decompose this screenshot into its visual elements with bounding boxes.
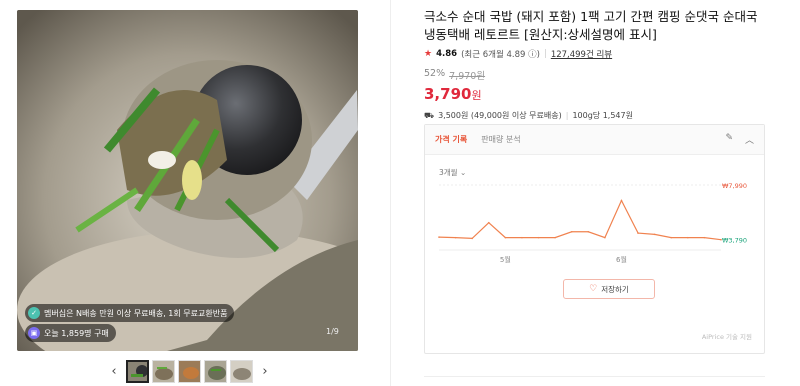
price-point: [454, 236, 457, 239]
price-point: [687, 236, 689, 239]
section-divider: [424, 376, 765, 377]
price-point: [537, 236, 540, 239]
price-point: [438, 236, 440, 238]
separator: |: [543, 49, 547, 59]
tab-price-history[interactable]: 가격 기록: [435, 134, 467, 145]
cart-icon: ▣: [28, 327, 40, 339]
price-history-chart: 5월 6월 ₩7,990 ₩3,790: [438, 182, 747, 264]
truck-icon: ⛟: [424, 110, 435, 120]
price-point: [587, 230, 590, 233]
price-point: [670, 236, 673, 239]
review-count-link[interactable]: 127,499건 리뷰: [551, 48, 612, 60]
price-point: [637, 232, 639, 234]
prev-image-button[interactable]: ‹: [108, 361, 120, 383]
product-main-image[interactable]: [17, 10, 358, 351]
discount-rate: 52%: [424, 68, 446, 79]
thumbnail-strip: ‹ ›: [108, 360, 271, 383]
price-point: [620, 199, 623, 202]
thumbnail-1[interactable]: [126, 360, 149, 383]
rating-score: 4.86: [436, 49, 458, 59]
thumbnail-3[interactable]: [178, 360, 201, 383]
shipping-text: 3,500원 (49,000원 이상 무료배송): [438, 111, 562, 120]
thumbnail-image: [128, 362, 147, 381]
price-point: [653, 233, 656, 236]
price-point: [604, 236, 606, 239]
info-icon[interactable]: ⓘ): [525, 50, 540, 60]
next-image-button[interactable]: ›: [259, 361, 271, 383]
thumbnail-2[interactable]: [152, 360, 175, 383]
purchase-count-text: 오늘 1,859명 구매: [44, 328, 109, 338]
purchase-count-badge: ▣ 오늘 1,859명 구매: [25, 324, 116, 342]
price-point: [570, 230, 573, 233]
x-tick-label: 6월: [616, 255, 627, 264]
product-title: 극소수 순대 국밥 (돼지 포함) 1팩 고기 간편 캠핑 순댓국 순대국 냉동…: [424, 9, 758, 42]
star-icon: ★: [424, 49, 433, 59]
recent-rating-text: (최근 6개월 4.89: [461, 50, 526, 60]
thumbnail-image: [205, 361, 226, 382]
image-counter: 1/9: [326, 327, 339, 336]
price-point: [521, 236, 523, 239]
save-button-label: 저장하기: [601, 284, 629, 294]
thumbnail-image: [179, 361, 200, 382]
membership-icon: ✓: [28, 307, 40, 319]
thumbnail-4[interactable]: [204, 360, 227, 383]
price-history-panel: 가격 기록 판매량 분석 ✎ ︿ 3개월 ⌄ 5월 6월 ₩7,990 ₩3,790 …: [424, 124, 765, 354]
price-unit: 원: [471, 89, 482, 102]
sale-price-value: 3,790: [424, 85, 472, 103]
rating-row: ★ 4.86 (최근 6개월 4.89 ⓘ) | 127,499건 리뷰: [424, 48, 769, 60]
recent-rating: (최근 6개월 4.89 ⓘ): [461, 48, 540, 60]
price-point: [703, 236, 706, 239]
save-button[interactable]: ♡ 저장하기: [563, 279, 655, 299]
min-price-label: ₩3,790: [722, 237, 747, 245]
membership-badge-text: 멤버십은 N배송 만원 이상 무료배송, 1회 무료교환반품: [44, 308, 228, 318]
heart-icon: ♡: [589, 284, 598, 294]
thumbnail-image: [231, 361, 252, 382]
max-price-label: ₩7,990: [722, 182, 747, 190]
sale-price: 3,790원: [424, 85, 769, 103]
edit-icon[interactable]: ✎: [725, 133, 733, 146]
price-line: [438, 199, 722, 241]
column-divider: [390, 0, 391, 386]
unit-price: 100g당 1,547원: [572, 111, 633, 120]
separator: |: [565, 111, 569, 120]
x-tick-label: 5월: [500, 255, 511, 264]
thumbnail-5[interactable]: [230, 360, 253, 383]
price-point: [487, 221, 490, 224]
thumbnail-image: [153, 361, 174, 382]
panel-header: 가격 기록 판매량 분석 ✎ ︿: [425, 125, 764, 155]
membership-badge: ✓ 멤버십은 N배송 만원 이상 무료배송, 1회 무료교환반품: [25, 304, 235, 322]
original-price: 7,970원: [449, 71, 486, 82]
soup-photo-illustration: [17, 10, 358, 351]
panel-actions: ✎ ︿: [725, 133, 754, 146]
price-point: [554, 236, 556, 239]
price-point: [471, 237, 473, 240]
shipping-row: ⛟ 3,500원 (49,000원 이상 무료배송) | 100g당 1,547…: [424, 110, 769, 121]
collapse-icon[interactable]: ︿: [745, 133, 754, 146]
aiprice-credit: AiPrice 기술 지원: [701, 333, 752, 341]
price-point: [504, 236, 507, 239]
tab-sales-analysis[interactable]: 판매량 분석: [481, 134, 520, 145]
discount-row: 52% 7,970원: [424, 68, 769, 82]
product-info: 극소수 순대 국밥 (돼지 포함) 1팩 고기 간편 캠핑 순댓국 순대국 냉동…: [424, 8, 769, 121]
